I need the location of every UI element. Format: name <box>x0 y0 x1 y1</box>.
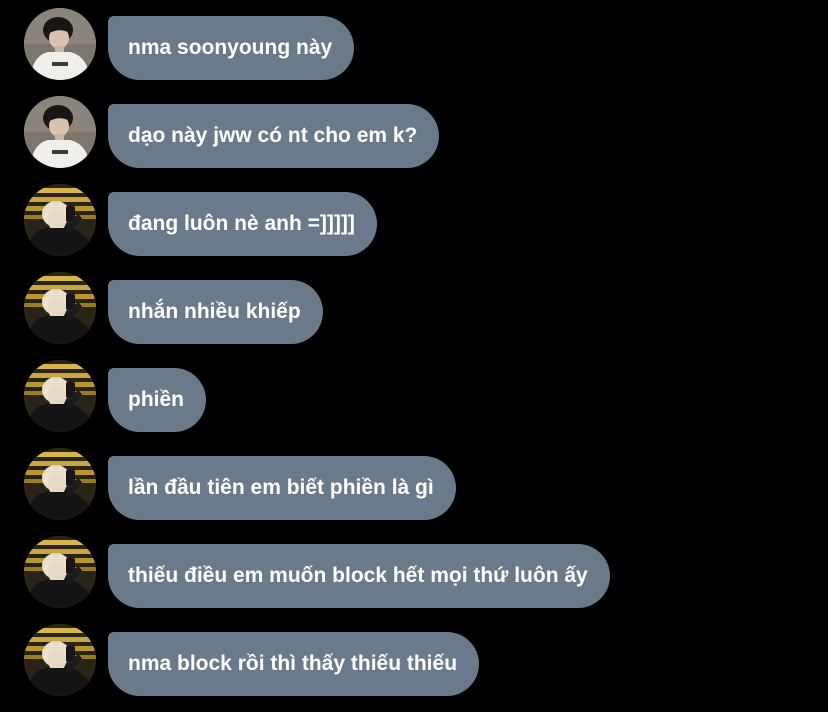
avatar-photo <box>24 360 96 432</box>
avatar-photo <box>24 184 96 256</box>
message-row: nhắn nhiều khiếp <box>0 272 828 360</box>
message-row: thiếu điều em muốn block hết mọi thứ luô… <box>0 536 828 624</box>
message-bubble[interactable]: nhắn nhiều khiếp <box>108 280 323 344</box>
avatar[interactable] <box>24 184 96 256</box>
avatar[interactable] <box>24 448 96 520</box>
message-bubble[interactable]: nma block rồi thì thấy thiếu thiếu <box>108 632 480 696</box>
avatar-photo <box>24 8 96 80</box>
message-bubble[interactable]: phiền <box>108 368 206 432</box>
avatar-photo <box>24 96 96 168</box>
avatar-photo <box>24 448 96 520</box>
message-thread: nma soonyoung này dạo này jww có nt cho … <box>0 8 828 712</box>
avatar-photo <box>24 624 96 696</box>
message-bubble[interactable]: thiếu điều em muốn block hết mọi thứ luô… <box>108 544 610 608</box>
message-row: dạo này jww có nt cho em k? <box>0 96 828 184</box>
avatar[interactable] <box>24 624 96 696</box>
avatar[interactable] <box>24 8 96 80</box>
avatar-photo <box>24 272 96 344</box>
message-row: phiền <box>0 360 828 448</box>
message-bubble[interactable]: nma soonyoung này <box>108 16 355 80</box>
avatar-photo <box>24 536 96 608</box>
avatar[interactable] <box>24 272 96 344</box>
message-row: nma soonyoung này <box>0 8 828 96</box>
message-row: lần đầu tiên em biết phiền là gì <box>0 448 828 536</box>
avatar[interactable] <box>24 96 96 168</box>
message-bubble[interactable]: đang luôn nè anh =]]]]] <box>108 192 377 256</box>
message-bubble[interactable]: lần đầu tiên em biết phiền là gì <box>108 456 456 520</box>
message-row: nma block rồi thì thấy thiếu thiếu <box>0 624 828 712</box>
message-bubble[interactable]: dạo này jww có nt cho em k? <box>108 104 440 168</box>
avatar[interactable] <box>24 360 96 432</box>
avatar[interactable] <box>24 536 96 608</box>
message-row: đang luôn nè anh =]]]]] <box>0 184 828 272</box>
